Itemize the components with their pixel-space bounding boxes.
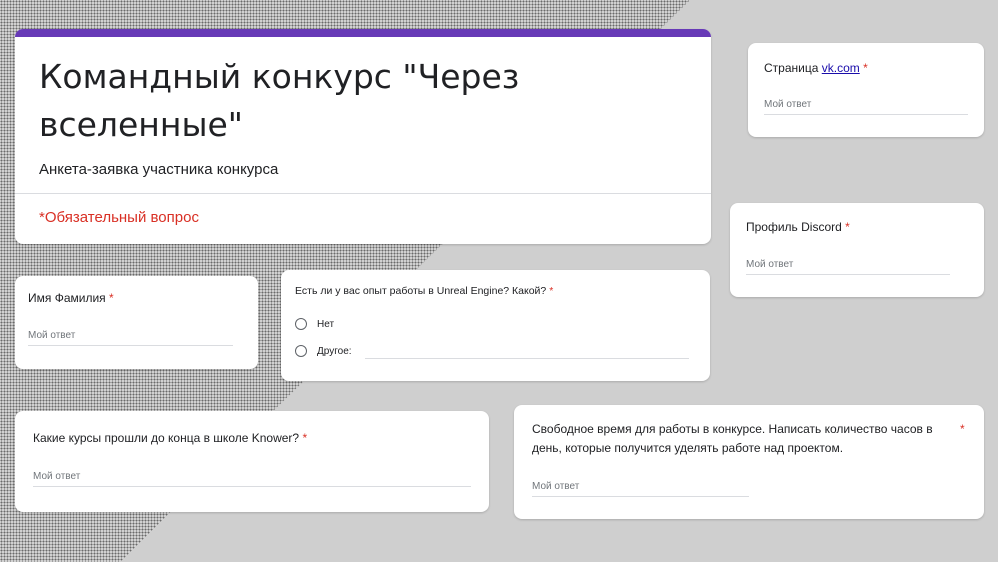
radio-option-no[interactable]: Нет xyxy=(295,318,334,330)
required-asterisk: * xyxy=(549,285,554,297)
question-card-name: Имя Фамилия * Мой ответ xyxy=(15,276,258,369)
name-input[interactable]: Мой ответ xyxy=(28,330,233,346)
required-asterisk: * xyxy=(302,431,308,445)
form-header-card: Командный конкурс "Через вселенные" Анке… xyxy=(15,29,711,244)
question-card-free-time: Свободное время для работы в конкурсе. Н… xyxy=(514,405,984,519)
required-asterisk: * xyxy=(109,291,114,305)
question-card-courses: Какие курсы прошли до конца в школе Know… xyxy=(15,411,489,512)
free-time-input[interactable]: Мой ответ xyxy=(532,481,749,497)
question-label: Имя Фамилия * xyxy=(28,291,114,305)
radio-circle-icon[interactable] xyxy=(295,345,307,357)
form-title: Командный конкурс "Через вселенные" xyxy=(39,57,520,144)
radio-option-other[interactable]: Другое: xyxy=(295,345,352,357)
question-card-vk: Страница vk.com * Мой ответ xyxy=(748,43,984,137)
question-label: Страница vk.com * xyxy=(764,61,868,75)
accent-bar xyxy=(15,29,711,37)
divider xyxy=(15,193,711,194)
vk-link[interactable]: vk.com xyxy=(822,61,860,75)
question-label: Есть ли у вас опыт работы в Unreal Engin… xyxy=(295,285,554,297)
question-card-unreal: Есть ли у вас опыт работы в Unreal Engin… xyxy=(281,270,710,381)
question-label: Свободное время для работы в конкурсе. Н… xyxy=(532,422,933,455)
discord-input[interactable]: Мой ответ xyxy=(746,259,950,275)
courses-input[interactable]: Мой ответ xyxy=(33,471,471,487)
required-asterisk: * xyxy=(960,422,965,436)
required-note: *Обязательный вопрос xyxy=(39,209,199,226)
form-description: Анкета-заявка участника конкурса xyxy=(39,161,279,178)
radio-circle-icon[interactable] xyxy=(295,318,307,330)
question-card-discord: Профиль Discord * Мой ответ xyxy=(730,203,984,297)
vk-input[interactable]: Мой ответ xyxy=(764,99,968,115)
required-asterisk: * xyxy=(863,61,868,75)
other-input[interactable] xyxy=(365,358,689,359)
question-label: Какие курсы прошли до конца в школе Know… xyxy=(33,431,308,445)
required-asterisk: * xyxy=(845,220,850,234)
question-label: Профиль Discord * xyxy=(746,220,850,234)
